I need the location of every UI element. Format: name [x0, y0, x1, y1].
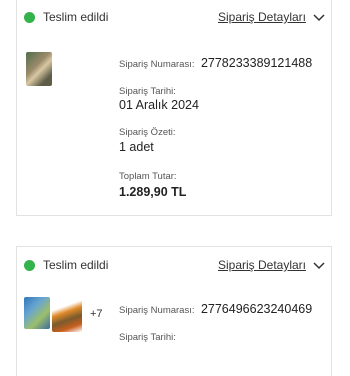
chevron-down-icon[interactable] [312, 13, 326, 23]
status-check-icon [24, 11, 35, 23]
order-details-link-1[interactable]: Sipariş Detayları [218, 10, 306, 24]
order-total-value: 1.289,90 TL [119, 185, 187, 199]
order-number-1: Sipariş Numarası: 2778233389121488 [119, 56, 313, 70]
order-status-text: Teslim edildi [43, 258, 109, 272]
order-status-text: Teslim edildi [43, 10, 109, 24]
order-date-label: Sipariş Tarihi: [119, 86, 176, 97]
order-date-value: 01 Aralık 2024 [119, 98, 199, 112]
order-date-label: Sipariş Tarihi: [119, 332, 176, 343]
order-number-2: Sipariş Numarası: 2776496623240469 [119, 302, 313, 316]
product-thumbnail[interactable] [52, 300, 82, 332]
more-items-count: +7 [90, 308, 103, 320]
chevron-down-icon[interactable] [312, 261, 326, 271]
order-total-label: Toplam Tutar: [119, 171, 177, 182]
order-summary-label: Sipariş Özeti: [119, 127, 176, 138]
order-status-1: Teslim edildi [24, 10, 108, 24]
order-summary-value: 1 adet [119, 140, 154, 154]
status-check-icon [24, 259, 35, 271]
product-thumbnail[interactable] [24, 297, 50, 329]
product-thumbnail[interactable] [26, 52, 52, 86]
order-details-link-2[interactable]: Sipariş Detayları [218, 258, 306, 272]
order-status-2: Teslim edildi [24, 258, 108, 272]
